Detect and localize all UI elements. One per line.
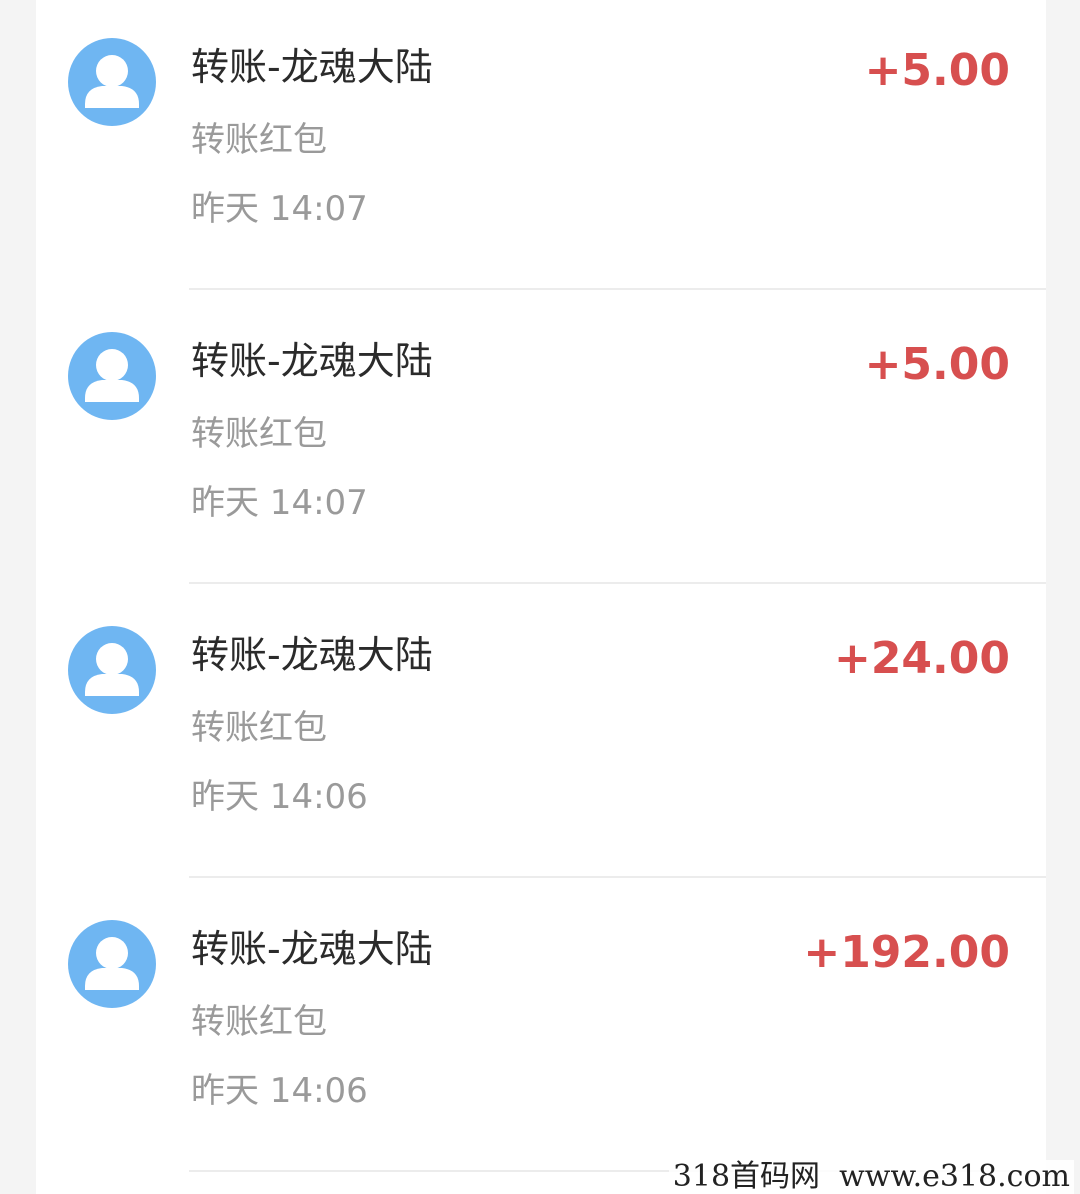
transaction-row[interactable]: 转账-龙魂大陆 转账红包 昨天 14:06 +24.00: [36, 588, 1046, 882]
person-icon: [68, 38, 156, 126]
transaction-row[interactable]: 转账-龙魂大陆 转账红包 昨天 14:07 +5.00: [36, 0, 1046, 294]
transaction-time: 昨天 14:06: [191, 777, 368, 817]
transaction-title: 转账-龙魂大陆: [191, 45, 433, 89]
transaction-time: 昨天 14:07: [191, 483, 368, 523]
row-divider: [189, 582, 1046, 584]
row-divider: [189, 288, 1046, 290]
transaction-amount: +5.00: [864, 45, 1010, 96]
person-icon: [68, 920, 156, 1008]
transaction-type: 转账红包: [191, 120, 327, 160]
transaction-title: 转账-龙魂大陆: [191, 633, 433, 677]
transaction-amount: +5.00: [864, 339, 1010, 390]
transaction-row[interactable]: 转账-龙魂大陆 转账红包 昨天 14:07 +5.00: [36, 294, 1046, 588]
transaction-title: 转账-龙魂大陆: [191, 927, 433, 971]
transaction-row[interactable]: 转账-龙魂大陆 转账红包 昨天 14:06 +192.00: [36, 882, 1046, 1176]
transaction-list: 转账-龙魂大陆 转账红包 昨天 14:07 +5.00 转账-龙魂大陆 转账红包…: [36, 0, 1046, 1194]
transaction-time: 昨天 14:07: [191, 189, 368, 229]
transaction-type: 转账红包: [191, 1002, 327, 1042]
person-icon: [68, 626, 156, 714]
transaction-title: 转账-龙魂大陆: [191, 339, 433, 383]
watermark: 318首码网 www.e318.com: [668, 1160, 1074, 1194]
transaction-amount: +24.00: [833, 633, 1010, 684]
transaction-time: 昨天 14:06: [191, 1071, 368, 1111]
transaction-amount: +192.00: [803, 927, 1010, 978]
transaction-type: 转账红包: [191, 708, 327, 748]
row-divider: [189, 876, 1046, 878]
person-icon: [68, 332, 156, 420]
transaction-type: 转账红包: [191, 414, 327, 454]
